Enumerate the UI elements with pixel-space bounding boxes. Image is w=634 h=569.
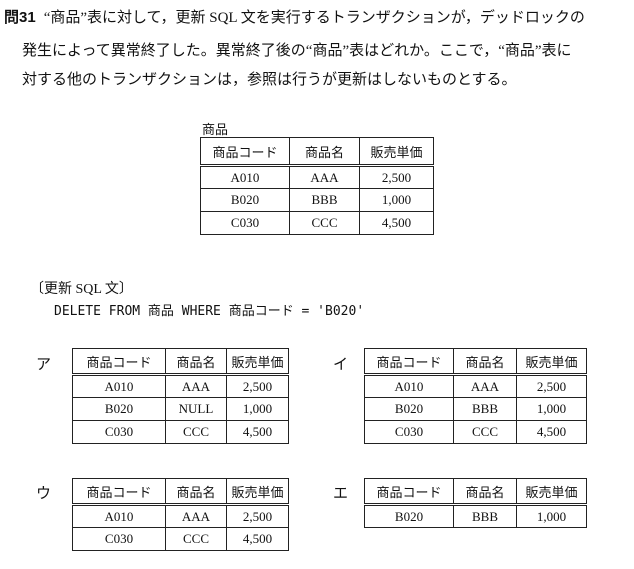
table-cell: A010 [364, 374, 454, 398]
table-cell: C030 [72, 527, 166, 551]
table-row: A010 AAA 2,500 [72, 374, 289, 398]
table-row: B020 NULL 1,000 [72, 397, 289, 421]
column-header: 商品コード [72, 348, 166, 375]
header-row: 商品コード 商品名 販売単価 [72, 348, 289, 375]
table-row: A010 AAA 2,500 [200, 165, 434, 189]
column-header: 商品名 [453, 478, 517, 505]
table-cell: B020 [72, 397, 166, 421]
table-cell: CCC [165, 527, 227, 551]
column-header: 販売単価 [226, 478, 289, 505]
column-header: 販売単価 [226, 348, 289, 375]
option-a-table: 商品コード 商品名 販売単価 A010 AAA 2,500 B020 NULL 1,000 C03… [72, 348, 289, 444]
table-cell: 4,500 [226, 527, 289, 551]
table-cell: 2,500 [226, 374, 289, 398]
table-cell: 1,000 [359, 188, 434, 212]
table-cell: C030 [364, 420, 454, 444]
table-cell: 2,500 [226, 504, 289, 528]
option-u-table: 商品コード 商品名 販売単価 A010 AAA 2,500 C030 CCC 4,500 [72, 478, 289, 551]
column-header: 販売単価 [516, 348, 587, 375]
table-row: B020 BBB 1,000 [364, 397, 587, 421]
column-header: 商品コード [200, 137, 290, 166]
table-row: C030 CCC 4,500 [72, 420, 289, 444]
table-cell: 2,500 [359, 165, 434, 189]
table-cell: CCC [165, 420, 227, 444]
table-row: A010 AAA 2,500 [364, 374, 587, 398]
sql-label: 〔更新 SQL 文〕 [30, 282, 133, 297]
table-row: B020 BBB 1,000 [200, 188, 434, 212]
question-number: 問31 [4, 9, 36, 26]
table-cell: BBB [453, 504, 517, 528]
table-row: C030 CCC 4,500 [72, 527, 289, 551]
column-header: 商品名 [453, 348, 517, 375]
header-row: 商品コード 商品名 販売単価 [364, 478, 587, 505]
column-header: 販売単価 [359, 137, 434, 166]
table-cell: AAA [165, 504, 227, 528]
question-line-1: 問31 “商品”表に対して，更新 SQL 文を実行するトランザクションが，デッドロ… [4, 8, 585, 28]
column-header: 商品コード [72, 478, 166, 505]
column-header: 商品名 [165, 478, 227, 505]
option-label-e: エ [333, 486, 349, 502]
table-cell: AAA [453, 374, 517, 398]
table-cell: BBB [289, 188, 360, 212]
column-header: 商品名 [289, 137, 360, 166]
column-header: 商品名 [165, 348, 227, 375]
table-cell: A010 [72, 504, 166, 528]
sql-statement: DELETE FROM 商品 WHERE 商品コード = 'B020' [54, 304, 365, 319]
option-e-table: 商品コード 商品名 販売単価 B020 BBB 1,000 [364, 478, 587, 528]
option-label-a: ア [36, 357, 52, 373]
exam-page: 問31 “商品”表に対して，更新 SQL 文を実行するトランザクションが，デッドロ… [0, 0, 634, 569]
table-cell: AAA [165, 374, 227, 398]
table-cell: C030 [72, 420, 166, 444]
table-row: C030 CCC 4,500 [200, 211, 434, 235]
table-cell: B020 [364, 397, 454, 421]
table-row: B020 BBB 1,000 [364, 504, 587, 528]
table-cell: 4,500 [516, 420, 587, 444]
table-cell: B020 [200, 188, 290, 212]
table-cell: AAA [289, 165, 360, 189]
question-text: “商品”表に対して，更新 SQL 文を実行するトランザクションが，デッドロックの [43, 10, 585, 26]
table-row: C030 CCC 4,500 [364, 420, 587, 444]
question-line-3: 対する他のトランザクションは，参照は行うが更新はしないものとする。 [22, 72, 517, 88]
table-cell: NULL [165, 397, 227, 421]
table-cell: C030 [200, 211, 290, 235]
table-cell: 4,500 [226, 420, 289, 444]
question-line-2: 発生によって異常終了した。異常終了後の“商品”表はどれか。ここで，“商品”表に [22, 43, 572, 59]
header-row: 商品コード 商品名 販売単価 [72, 478, 289, 505]
header-row: 商品コード 商品名 販売単価 [364, 348, 587, 375]
column-header: 商品コード [364, 478, 454, 505]
table-caption: 商品 [202, 122, 229, 137]
option-i-table: 商品コード 商品名 販売単価 A010 AAA 2,500 B020 BBB 1,000 C030… [364, 348, 587, 444]
table-cell: 1,000 [516, 397, 587, 421]
table-cell: 1,000 [226, 397, 289, 421]
table-cell: CCC [289, 211, 360, 235]
option-label-u: ウ [36, 486, 52, 502]
product-table: 商品コード 商品名 販売単価 A010 AAA 2,500 B020 BBB 1,000 C030… [200, 137, 434, 235]
table-cell: B020 [364, 504, 454, 528]
table-cell: CCC [453, 420, 517, 444]
column-header: 商品コード [364, 348, 454, 375]
table-cell: 2,500 [516, 374, 587, 398]
column-header: 販売単価 [516, 478, 587, 505]
table-cell: 1,000 [516, 504, 587, 528]
table-cell: A010 [72, 374, 166, 398]
header-row: 商品コード 商品名 販売単価 [200, 137, 434, 166]
option-label-i: イ [333, 357, 349, 373]
table-cell: A010 [200, 165, 290, 189]
table-cell: 4,500 [359, 211, 434, 235]
table-row: A010 AAA 2,500 [72, 504, 289, 528]
table-cell: BBB [453, 397, 517, 421]
